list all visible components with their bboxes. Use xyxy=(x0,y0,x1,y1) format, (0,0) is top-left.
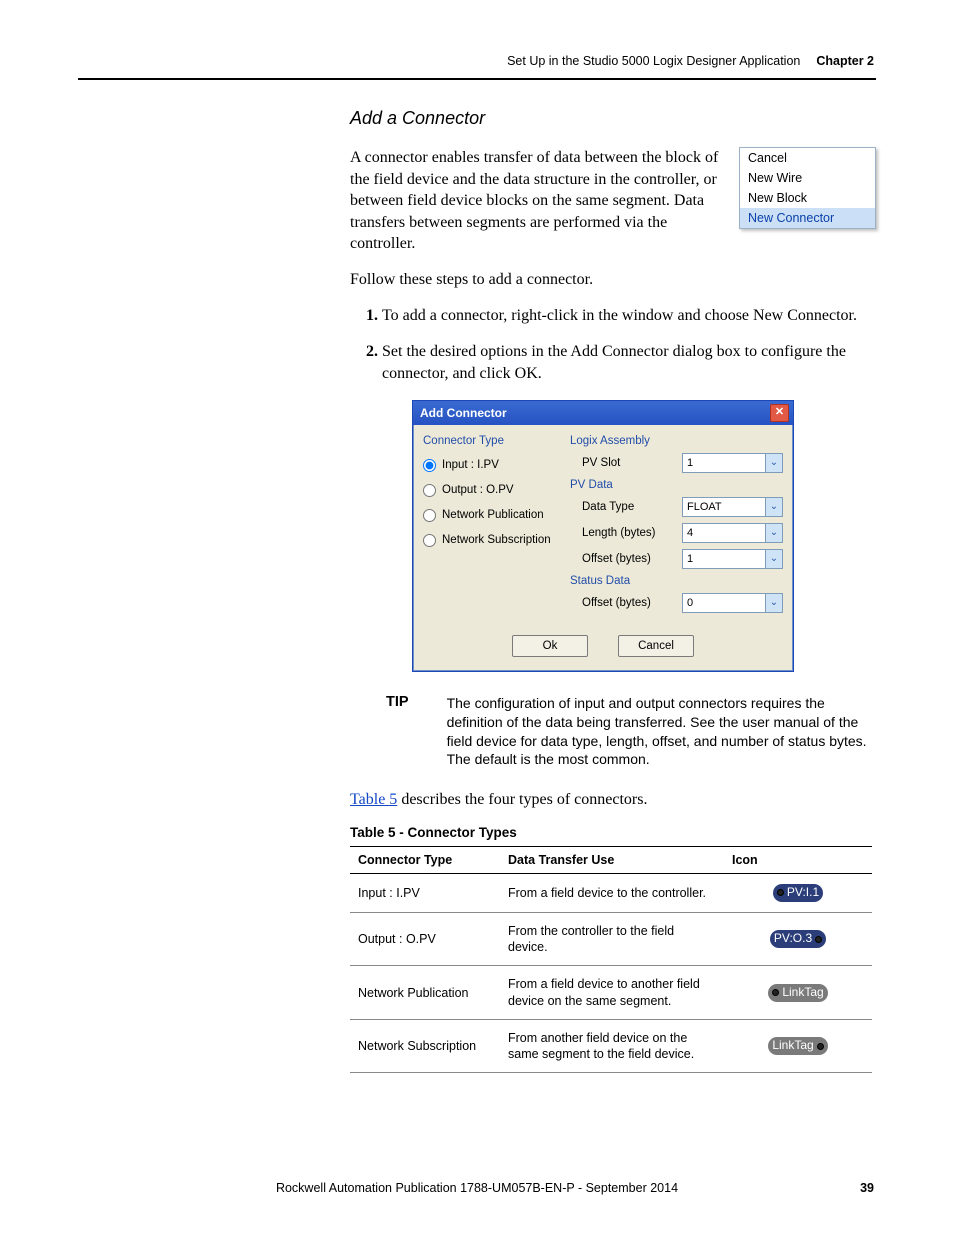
data-type-value: FLOAT xyxy=(687,501,722,513)
radio-dot[interactable] xyxy=(423,509,436,522)
radio-input-ipv[interactable]: Input : I.PV xyxy=(423,459,558,472)
table-reference: Table 5 describes the four types of conn… xyxy=(350,789,876,811)
step-item: Set the desired options in the Add Conne… xyxy=(382,341,876,386)
table-header: Icon xyxy=(724,846,872,873)
length-value: 4 xyxy=(687,527,693,539)
data-transfer-use-cell: From another field device on the same se… xyxy=(500,1019,724,1073)
connector-pill-icon: LinkTag xyxy=(768,984,827,1002)
follow-paragraph: Follow these steps to add a connector. xyxy=(350,269,876,291)
step-item: To add a connector, right-click in the w… xyxy=(382,305,876,327)
table-row: Network SubscriptionFrom another field d… xyxy=(350,1019,872,1073)
add-connector-dialog: Add Connector ✕ Connector Type Input : I… xyxy=(412,400,794,672)
ok-button[interactable]: Ok xyxy=(512,635,588,657)
icon-cell: PV:I.1 xyxy=(724,873,872,912)
length-label: Length (bytes) xyxy=(570,527,682,539)
offset-value: 1 xyxy=(687,553,693,565)
radio-dot[interactable] xyxy=(423,534,436,547)
header-chapter: Chapter 2 xyxy=(816,54,874,68)
table-link[interactable]: Table 5 xyxy=(350,791,397,808)
dot-icon xyxy=(817,1043,824,1050)
length-combo[interactable]: 4⌄ xyxy=(682,523,783,543)
icon-cell: LinkTag xyxy=(724,1019,872,1073)
header-section: Set Up in the Studio 5000 Logix Designer… xyxy=(507,54,800,68)
table-title: Table 5 - Connector Types xyxy=(350,825,876,840)
header-rule xyxy=(78,78,876,80)
publication-line: Rockwell Automation Publication 1788-UM0… xyxy=(80,1181,874,1195)
cancel-button[interactable]: Cancel xyxy=(618,635,694,657)
pv-slot-label: PV Slot xyxy=(570,457,682,469)
chevron-down-icon[interactable]: ⌄ xyxy=(765,454,782,472)
dot-icon xyxy=(772,989,779,996)
connector-pill-icon: PV:I.1 xyxy=(773,884,823,902)
data-transfer-use-cell: From the controller to the field device. xyxy=(500,912,724,966)
section-title: Add a Connector xyxy=(350,108,876,129)
table-header: Data Transfer Use xyxy=(500,846,724,873)
status-offset-value: 0 xyxy=(687,597,693,609)
radio-label: Network Subscription xyxy=(442,534,551,546)
logix-assembly-label: Logix Assembly xyxy=(570,435,783,447)
connector-types-table: Connector Type Data Transfer Use Icon In… xyxy=(350,846,872,1074)
table-row: Output : O.PVFrom the controller to the … xyxy=(350,912,872,966)
radio-network-subscription[interactable]: Network Subscription xyxy=(423,534,558,547)
radio-network-publication[interactable]: Network Publication xyxy=(423,509,558,522)
connector-type-cell: Network Subscription xyxy=(350,1019,500,1073)
context-menu-item[interactable]: New Block xyxy=(740,188,875,208)
chevron-down-icon[interactable]: ⌄ xyxy=(765,550,782,568)
offset-combo[interactable]: 1⌄ xyxy=(682,549,783,569)
connector-type-label: Connector Type xyxy=(423,435,558,447)
pv-slot-value: 1 xyxy=(687,457,693,469)
dot-icon xyxy=(777,889,784,896)
dialog-title: Add Connector xyxy=(420,406,507,420)
tip-label: TIP xyxy=(386,694,409,770)
context-menu-item[interactable]: New Wire xyxy=(740,168,875,188)
pv-slot-combo[interactable]: 1⌄ xyxy=(682,453,783,473)
context-menu-item[interactable]: Cancel xyxy=(740,148,875,168)
steps-list: To add a connector, right-click in the w… xyxy=(350,305,876,386)
data-type-combo[interactable]: FLOAT ⌄ xyxy=(682,497,783,517)
context-menu: Cancel New Wire New Block New Connector xyxy=(739,147,876,229)
status-data-label: Status Data xyxy=(570,575,783,587)
connector-pill-text: PV:O.3 xyxy=(774,931,812,947)
dot-icon xyxy=(815,936,822,943)
connector-pill-text: PV:I.1 xyxy=(787,885,819,901)
connector-pill-text: LinkTag xyxy=(782,985,823,1001)
icon-cell: PV:O.3 xyxy=(724,912,872,966)
connector-type-cell: Output : O.PV xyxy=(350,912,500,966)
connector-type-cell: Input : I.PV xyxy=(350,873,500,912)
icon-cell: LinkTag xyxy=(724,966,872,1020)
close-icon[interactable]: ✕ xyxy=(770,404,789,422)
connector-pill-icon: LinkTag xyxy=(768,1037,827,1055)
chevron-down-icon[interactable]: ⌄ xyxy=(765,594,782,612)
page-header: Set Up in the Studio 5000 Logix Designer… xyxy=(80,54,874,68)
dialog-titlebar: Add Connector ✕ xyxy=(413,401,793,425)
tip-body: The configuration of input and output co… xyxy=(447,694,876,770)
content-area: Add a Connector A connector enables tran… xyxy=(350,108,876,1073)
table-row: Network PublicationFrom a field device t… xyxy=(350,966,872,1020)
radio-dot[interactable] xyxy=(423,484,436,497)
radio-label: Input : I.PV xyxy=(442,459,499,471)
data-type-label: Data Type xyxy=(570,501,682,513)
tip-block: TIP The configuration of input and outpu… xyxy=(386,694,876,770)
connector-pill-icon: PV:O.3 xyxy=(770,930,826,948)
intro-paragraph: A connector enables transfer of data bet… xyxy=(350,147,719,255)
table-reference-rest: describes the four types of connectors. xyxy=(397,791,647,808)
data-transfer-use-cell: From a field device to the controller. xyxy=(500,873,724,912)
chevron-down-icon[interactable]: ⌄ xyxy=(765,498,782,516)
status-offset-label: Offset (bytes) xyxy=(570,597,682,609)
table-header: Connector Type xyxy=(350,846,500,873)
status-offset-combo[interactable]: 0⌄ xyxy=(682,593,783,613)
pv-data-label: PV Data xyxy=(570,479,783,491)
radio-label: Network Publication xyxy=(442,509,544,521)
radio-output-opv[interactable]: Output : O.PV xyxy=(423,484,558,497)
radio-dot[interactable] xyxy=(423,459,436,472)
data-transfer-use-cell: From a field device to another field dev… xyxy=(500,966,724,1020)
offset-label: Offset (bytes) xyxy=(570,553,682,565)
context-menu-item-selected[interactable]: New Connector xyxy=(740,208,875,228)
radio-label: Output : O.PV xyxy=(442,484,514,496)
chevron-down-icon[interactable]: ⌄ xyxy=(765,524,782,542)
page-footer: Rockwell Automation Publication 1788-UM0… xyxy=(80,1181,874,1195)
table-row: Input : I.PVFrom a field device to the c… xyxy=(350,873,872,912)
connector-pill-text: LinkTag xyxy=(772,1038,813,1054)
connector-type-cell: Network Publication xyxy=(350,966,500,1020)
